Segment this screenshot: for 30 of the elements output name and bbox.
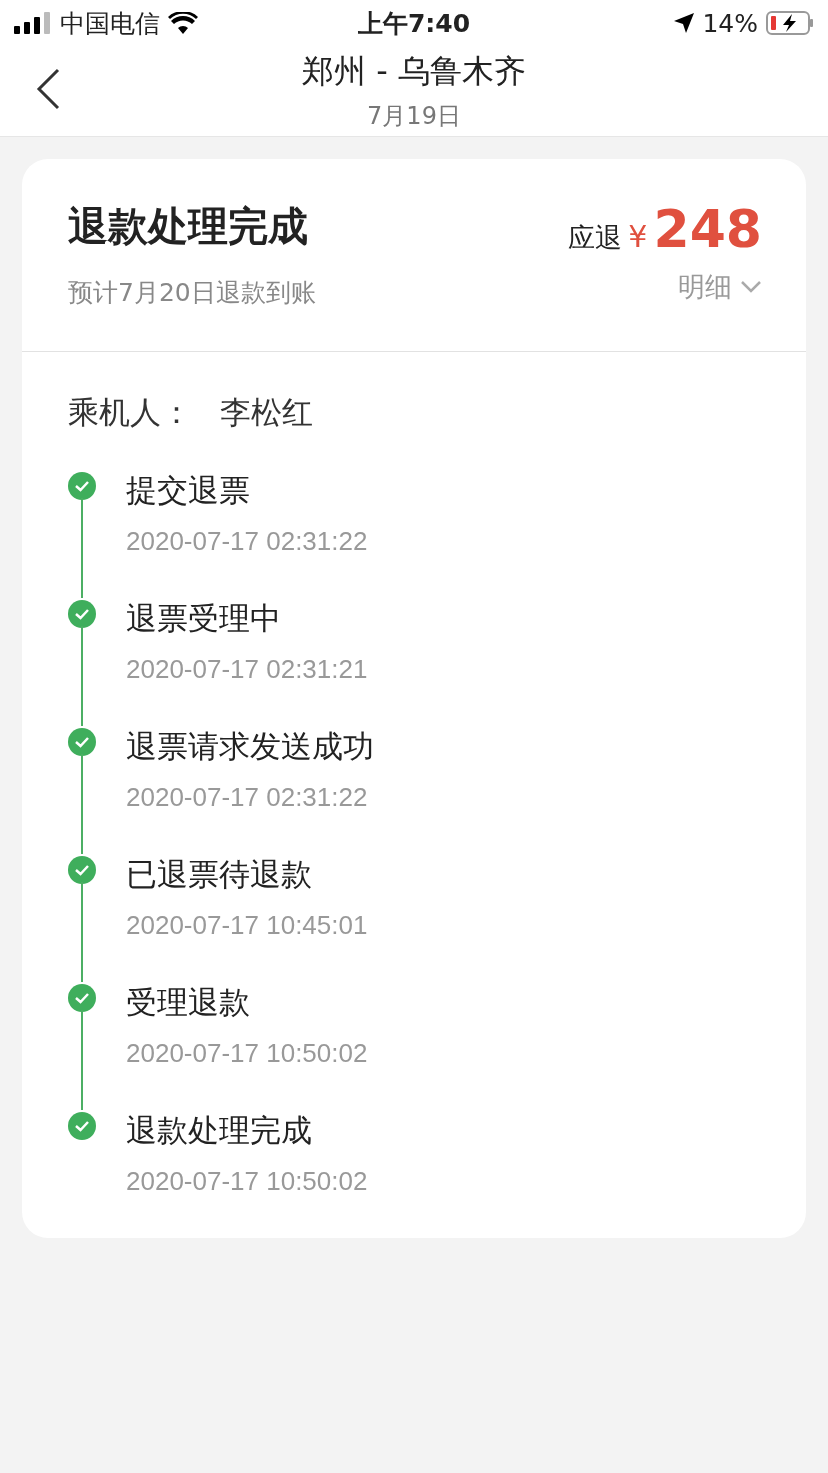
step-title: 提交退票 — [126, 471, 251, 510]
battery-icon — [766, 11, 814, 35]
date-subtitle: 7月19日 — [367, 101, 461, 132]
clock-time: 上午7:40 — [357, 8, 471, 38]
step-title: 退款处理完成 — [126, 1111, 313, 1150]
step-title: 受理退款 — [126, 983, 251, 1022]
step-time: 2020-07-17 10:45:01 — [126, 910, 368, 941]
step-title: 退票受理中 — [126, 599, 282, 638]
battery-percent: 14% — [702, 8, 758, 38]
step-time: 2020-07-17 10:50:02 — [126, 1166, 368, 1197]
currency-symbol: ¥ — [628, 219, 648, 254]
details-link[interactable]: 明细 — [678, 269, 762, 305]
amount-label: 应退 — [568, 221, 623, 255]
wifi-icon — [168, 12, 198, 34]
step-title: 退票请求发送成功 — [126, 727, 374, 766]
chevron-down-icon — [740, 280, 762, 294]
passenger-label: 乘机人： — [68, 393, 192, 432]
passenger-name: 李松红 — [220, 393, 313, 432]
location-arrow-icon — [674, 13, 695, 33]
signal-icon — [14, 12, 52, 34]
carrier-name: 中国电信 — [60, 7, 160, 40]
step-title: 已退票待退款 — [126, 855, 313, 894]
refund-status: 退款处理完成 — [68, 202, 309, 251]
refund-amount: 248 — [653, 199, 762, 259]
expected-date: 预计7月20日退款到账 — [68, 277, 316, 309]
step-time: 2020-07-17 02:31:21 — [126, 654, 368, 685]
step-time: 2020-07-17 02:31:22 — [126, 526, 368, 557]
step-time: 2020-07-17 10:50:02 — [126, 1038, 368, 1069]
route-title: 郑州 - 乌鲁木齐 — [302, 51, 526, 92]
step-time: 2020-07-17 02:31:22 — [126, 782, 369, 813]
